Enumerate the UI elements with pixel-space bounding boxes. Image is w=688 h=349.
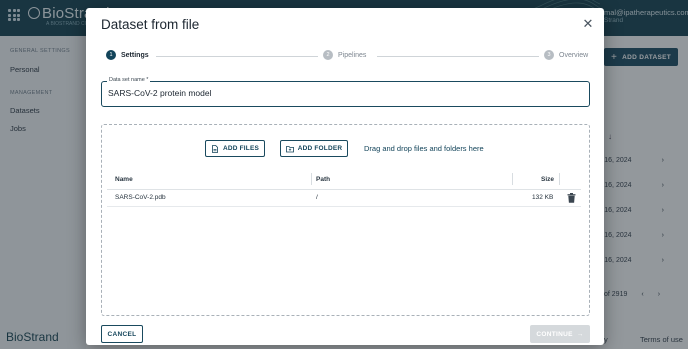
step-number: 2 xyxy=(323,50,333,60)
add-folder-label: ADD FOLDER xyxy=(297,145,343,152)
continue-button[interactable]: CONTINUE → xyxy=(530,325,590,343)
step-label: Overview xyxy=(559,51,589,59)
step-label: Pipelines xyxy=(338,51,367,59)
step-number: 3 xyxy=(544,50,554,60)
step-settings[interactable]: 1 Settings xyxy=(106,50,149,60)
drag-drop-hint: Drag and drop files and folders here xyxy=(364,144,484,153)
add-files-label: ADD FILES xyxy=(222,145,260,152)
close-icon[interactable]: ✕ xyxy=(582,17,594,30)
file-icon xyxy=(212,144,218,153)
column-header-size[interactable]: Size xyxy=(541,169,554,189)
stepper: 1 Settings 2 Pipelines 3 Overview xyxy=(106,50,588,64)
step-pipelines[interactable]: 2 Pipelines xyxy=(323,50,366,60)
folder-icon xyxy=(285,145,294,152)
step-number: 1 xyxy=(106,50,116,60)
dataset-name-field[interactable]: Data set name * xyxy=(101,77,590,107)
cancel-button[interactable]: CANCEL xyxy=(101,325,143,343)
file-size-cell: 132 KB xyxy=(532,194,554,201)
table-row[interactable]: SARS-CoV-2.pdb / 132 KB xyxy=(107,190,581,207)
step-connector xyxy=(156,56,318,57)
column-header-name[interactable]: Name xyxy=(115,169,133,189)
file-dropzone[interactable]: ADD FILES ADD FOLDER Drag and drop files… xyxy=(101,124,590,316)
trash-icon[interactable] xyxy=(567,193,576,203)
step-label: Settings xyxy=(121,51,149,59)
step-connector xyxy=(377,56,539,57)
arrow-right-icon: → xyxy=(576,330,584,338)
dialog-title: Dataset from file xyxy=(101,17,200,32)
column-divider xyxy=(559,173,560,185)
column-divider xyxy=(311,173,312,185)
dataset-name-label: Data set name * xyxy=(107,77,151,83)
column-header-path[interactable]: Path xyxy=(316,169,330,189)
dataset-name-input[interactable] xyxy=(108,88,578,98)
file-path-cell: / xyxy=(316,194,318,201)
step-overview[interactable]: 3 Overview xyxy=(544,50,588,60)
dataset-from-file-dialog: Dataset from file ✕ 1 Settings 2 Pipelin… xyxy=(86,8,604,345)
add-files-button[interactable]: ADD FILES xyxy=(205,140,265,157)
continue-label: CONTINUE xyxy=(536,330,573,338)
add-folder-button[interactable]: ADD FOLDER xyxy=(280,140,348,157)
file-name-cell: SARS-CoV-2.pdb xyxy=(115,194,166,201)
column-divider xyxy=(512,173,513,185)
